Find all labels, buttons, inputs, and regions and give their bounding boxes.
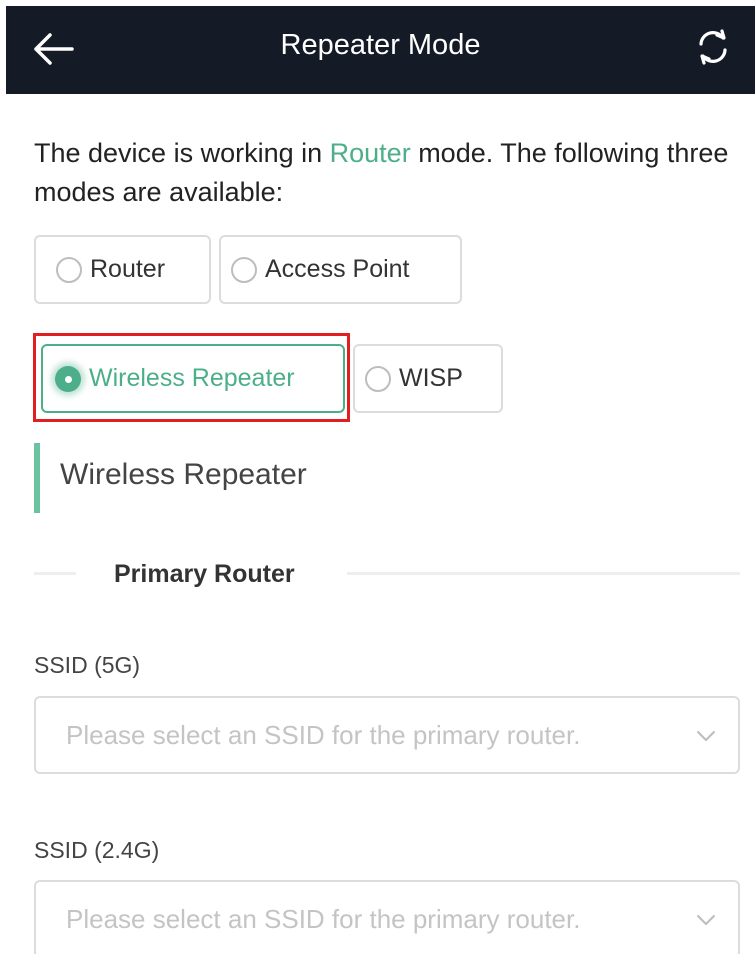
mode-option-label: WISP (399, 364, 463, 392)
current-mode-label: Router (329, 138, 411, 168)
page-title: Repeater Mode (280, 29, 481, 61)
radio-unselected-icon (365, 365, 391, 392)
mode-description: The device is working in Router mode. Th… (34, 134, 734, 212)
chevron-down-icon (697, 915, 715, 925)
ssid-5g-placeholder: Please select an SSID for the primary ro… (66, 719, 581, 750)
intro-prefix: The device is working in (34, 138, 330, 168)
mode-option-label: Access Point (265, 255, 410, 283)
ssid-24g-placeholder: Please select an SSID for the primary ro… (66, 903, 581, 934)
back-button[interactable] (30, 26, 76, 72)
divider-right (347, 572, 740, 575)
radio-unselected-icon (56, 256, 82, 283)
divider-left (34, 572, 76, 575)
mode-option-access-point[interactable]: Access Point (219, 235, 462, 304)
radio-unselected-icon (231, 256, 257, 283)
arrow-left-icon (34, 33, 74, 65)
selection-highlight (33, 333, 350, 422)
page: Repeater Mode The device is working in R… (0, 0, 755, 954)
mode-option-router[interactable]: Router (34, 235, 211, 304)
chevron-down-icon (697, 731, 715, 741)
section-subtitle: Primary Router (114, 560, 295, 588)
ssid-5g-select[interactable]: Please select an SSID for the primary ro… (34, 696, 740, 774)
section-title: Wireless Repeater (34, 443, 534, 513)
ssid-5g-label: SSID (5G) (34, 652, 141, 678)
refresh-button[interactable] (690, 24, 736, 70)
header-bar: Repeater Mode (6, 6, 755, 94)
refresh-icon (699, 29, 727, 65)
mode-option-label: Router (90, 255, 166, 283)
ssid-24g-label: SSID (2.4G) (34, 837, 160, 863)
mode-option-wisp[interactable]: WISP (353, 344, 503, 413)
ssid-24g-select[interactable]: Please select an SSID for the primary ro… (34, 880, 740, 954)
